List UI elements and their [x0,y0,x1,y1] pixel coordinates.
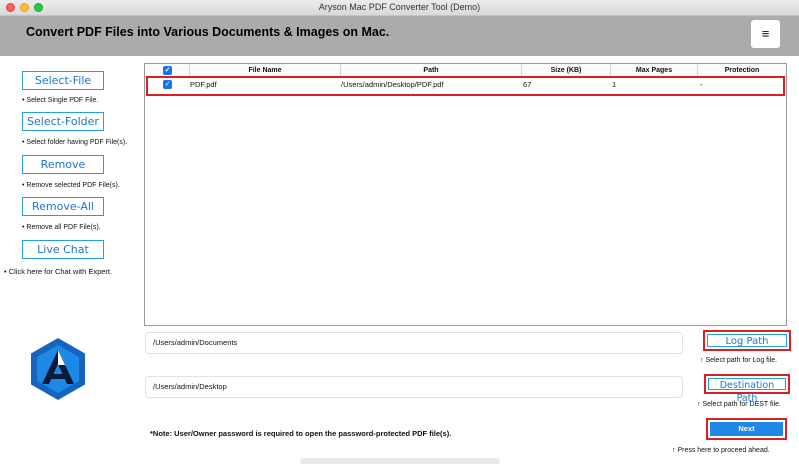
destination-path-hint: ↑ Select path for DEST file. [697,401,781,408]
horizontal-scrollbar[interactable] [300,458,500,464]
remove-all-button[interactable]: Remove-All [22,197,104,216]
select-file-button[interactable]: Select-File [22,71,104,90]
log-path-button-label: Log Path [707,334,787,347]
select-file-hint: • Select Single PDF File. [22,97,99,104]
page-title: Convert PDF Files into Various Documents… [26,25,390,39]
aryson-logo-icon [31,338,85,400]
next-hint: ↑ Press here to proceed ahead. [672,447,770,454]
window-title: Aryson Mac PDF Converter Tool (Demo) [318,2,481,12]
destination-path-button-label: Destination Path [708,378,786,404]
select-all-checkbox[interactable]: ✓ [163,66,172,75]
destination-path-button[interactable]: Destination Path [704,374,790,404]
live-chat-button[interactable]: Live Chat [22,240,104,259]
hamburger-menu-icon[interactable]: ≡ [751,20,780,48]
remove-all-hint: • Remove all PDF File(s). [22,224,101,231]
highlighted-row-outline [146,76,785,96]
remove-button[interactable]: Remove [22,155,104,174]
log-path-hint: ↑ Select path for Log file. [700,357,778,364]
log-path-input[interactable]: /Users/admin/Documents [145,332,683,354]
file-table[interactable]: ✓ File Name Path Size (KB) Max Pages Pro… [144,63,787,326]
destination-path-input[interactable]: /Users/admin/Desktop [145,376,683,398]
live-chat-hint: • Click here for Chat with Expert. [4,267,113,276]
remove-hint: • Remove selected PDF File(s). [22,182,120,189]
select-folder-button[interactable]: Select-Folder [22,112,104,131]
next-button[interactable]: Next [706,418,787,440]
log-path-button[interactable]: Log Path [703,330,791,351]
app-header: Convert PDF Files into Various Documents… [0,16,799,56]
next-button-label: Next [710,422,783,436]
window-titlebar: Aryson Mac PDF Converter Tool (Demo) [0,0,799,16]
password-note: *Note: User/Owner password is required t… [150,429,452,438]
select-folder-hint: • Select folder having PDF File(s). [22,139,128,146]
